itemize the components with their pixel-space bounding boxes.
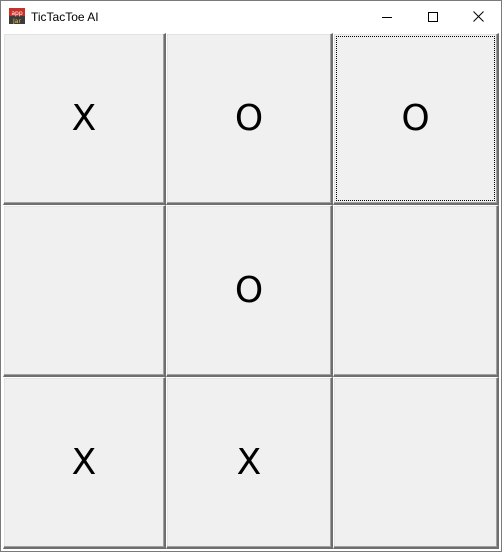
maximize-icon	[428, 11, 438, 22]
cell-mark: O	[234, 97, 264, 139]
app-window: app Jar TicTacToe AI X O O O X X	[0, 0, 502, 552]
cell-0-2[interactable]: O	[333, 33, 499, 205]
cell-mark: X	[71, 441, 97, 483]
cell-mark: O	[234, 269, 264, 311]
maximize-button[interactable]	[410, 1, 456, 32]
cell-2-0[interactable]: X	[3, 377, 166, 549]
minimize-icon	[382, 16, 392, 18]
window-title: TicTacToe AI	[31, 10, 99, 24]
game-board: X O O O X X	[3, 33, 499, 549]
cell-1-1[interactable]: O	[166, 205, 333, 377]
cell-2-1[interactable]: X	[166, 377, 333, 549]
svg-text:Jar: Jar	[12, 18, 21, 24]
close-button[interactable]	[455, 1, 501, 32]
cell-1-0[interactable]	[3, 205, 166, 377]
cell-mark: X	[71, 97, 97, 139]
cell-2-2[interactable]	[333, 377, 499, 549]
minimize-button[interactable]	[364, 1, 410, 32]
svg-text:app: app	[11, 10, 22, 17]
title-bar[interactable]: app Jar TicTacToe AI	[1, 1, 501, 32]
cell-mark: X	[236, 441, 262, 483]
close-icon	[472, 11, 484, 22]
cell-mark: O	[401, 97, 430, 139]
cell-0-0[interactable]: X	[3, 33, 166, 205]
cell-1-2[interactable]	[333, 205, 499, 377]
cell-0-1[interactable]: O	[166, 33, 333, 205]
java-app-icon: app Jar	[9, 8, 25, 24]
